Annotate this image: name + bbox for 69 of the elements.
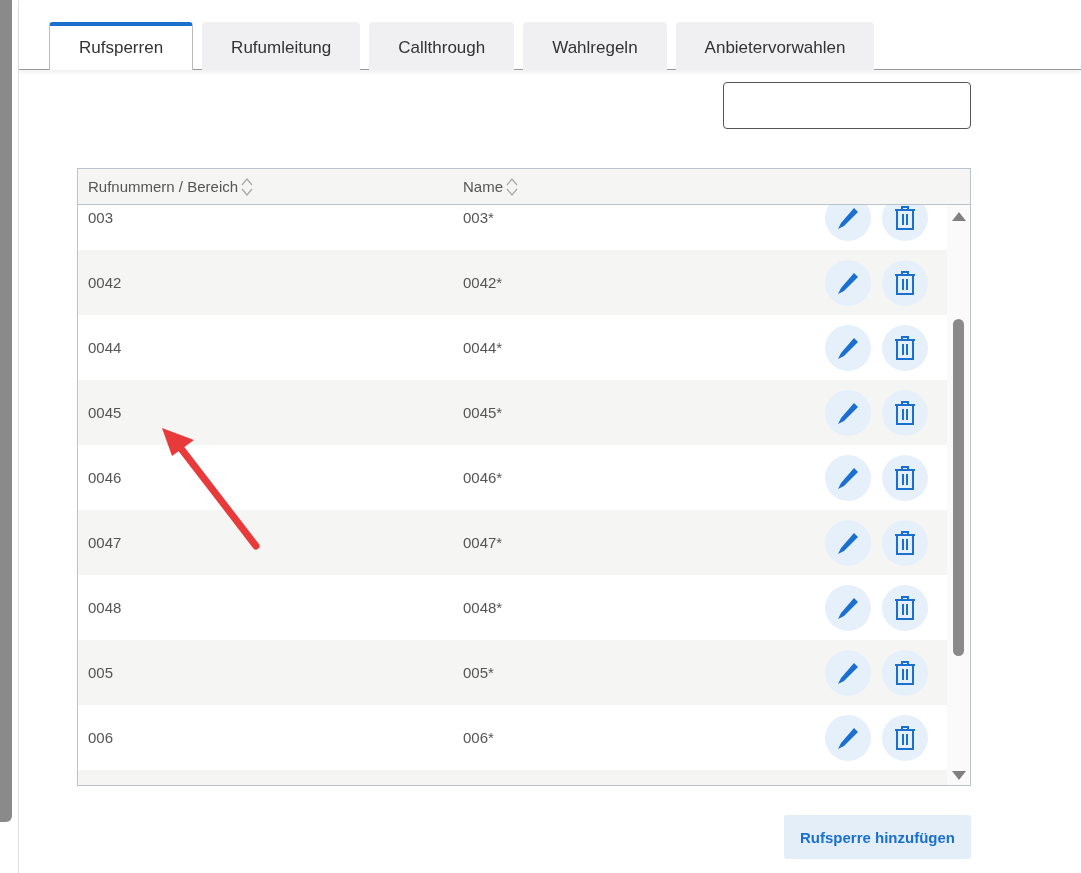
edit-button[interactable] xyxy=(825,649,871,696)
search-field[interactable] xyxy=(723,82,971,129)
delete-button[interactable] xyxy=(882,389,928,436)
pencil-icon xyxy=(836,725,860,750)
table-cell-text: 0045 xyxy=(87,404,123,421)
delete-button[interactable] xyxy=(882,454,928,501)
table-cell-text: 005* xyxy=(462,664,495,681)
trash-icon xyxy=(894,269,916,296)
table-cell-text: 003* xyxy=(462,209,495,226)
add-button[interactable]: Rufsperre hinzufügen xyxy=(784,815,971,859)
table-cell-text: 0048 xyxy=(87,599,123,616)
table-cell-text: 0047* xyxy=(462,534,504,551)
edit-button[interactable] xyxy=(825,584,871,631)
tab[interactable]: Rufsperren xyxy=(49,22,194,70)
table-cell-text: 003 xyxy=(87,209,115,226)
table-cell-text: 006* xyxy=(462,729,495,746)
edit-button[interactable] xyxy=(825,324,871,371)
pencil-icon xyxy=(836,595,860,620)
trash-icon xyxy=(894,529,916,556)
tab[interactable]: Rufumleitung xyxy=(202,22,361,70)
delete-button[interactable] xyxy=(882,714,928,761)
trash-icon xyxy=(894,399,916,426)
edit-button[interactable] xyxy=(825,519,871,566)
delete-button[interactable] xyxy=(882,649,928,696)
pencil-icon xyxy=(836,270,860,295)
edit-button[interactable] xyxy=(825,205,871,241)
pencil-icon xyxy=(836,530,860,555)
table-cell-text: 0044 xyxy=(87,339,123,356)
table-cell-text: 0044* xyxy=(462,339,504,356)
tab[interactable]: Anbietervorwahlen xyxy=(675,22,875,70)
delete-button[interactable] xyxy=(882,259,928,306)
pencil-icon xyxy=(836,660,860,685)
table-cell-text: 0045* xyxy=(462,404,504,421)
table-cell-text: 0042 xyxy=(87,274,123,291)
edit-button[interactable] xyxy=(825,714,871,761)
tab[interactable]: Callthrough xyxy=(369,22,515,70)
table-cell-text: 006 xyxy=(87,729,115,746)
delete-button[interactable] xyxy=(882,519,928,566)
table-cell-text: 0046* xyxy=(462,469,504,486)
pencil-icon xyxy=(836,335,860,360)
trash-icon xyxy=(894,464,916,491)
trash-icon xyxy=(894,659,916,686)
delete-button[interactable] xyxy=(882,205,928,241)
edit-button[interactable] xyxy=(825,259,871,306)
table-cell-text: 0046 xyxy=(87,469,123,486)
table-cell-text: 0042* xyxy=(462,274,504,291)
delete-button[interactable] xyxy=(882,324,928,371)
edit-button[interactable] xyxy=(825,454,871,501)
sort-icon xyxy=(506,176,518,197)
column-header[interactable]: Rufnummern / Bereich xyxy=(88,178,239,195)
window-scrollbar[interactable] xyxy=(0,0,12,822)
sort-icon xyxy=(241,176,254,197)
trash-icon xyxy=(894,334,916,361)
delete-button[interactable] xyxy=(882,584,928,631)
pencil-icon xyxy=(836,205,860,230)
trash-icon xyxy=(894,594,916,621)
pencil-icon xyxy=(836,465,860,490)
table-cell-text: 005 xyxy=(87,664,115,681)
edit-button[interactable] xyxy=(825,389,871,436)
trash-icon xyxy=(894,205,916,231)
pencil-icon xyxy=(836,400,860,425)
scroll-up-icon[interactable] xyxy=(951,211,966,221)
column-header[interactable]: Name xyxy=(463,178,503,195)
tab[interactable]: Wahlregeln xyxy=(523,22,667,70)
scroll-down-icon[interactable] xyxy=(951,771,966,781)
scrollbar-thumb[interactable] xyxy=(953,319,964,656)
table-cell-text: 0048* xyxy=(462,599,504,616)
table-cell-text: 0047 xyxy=(87,534,123,551)
trash-icon xyxy=(894,724,916,751)
